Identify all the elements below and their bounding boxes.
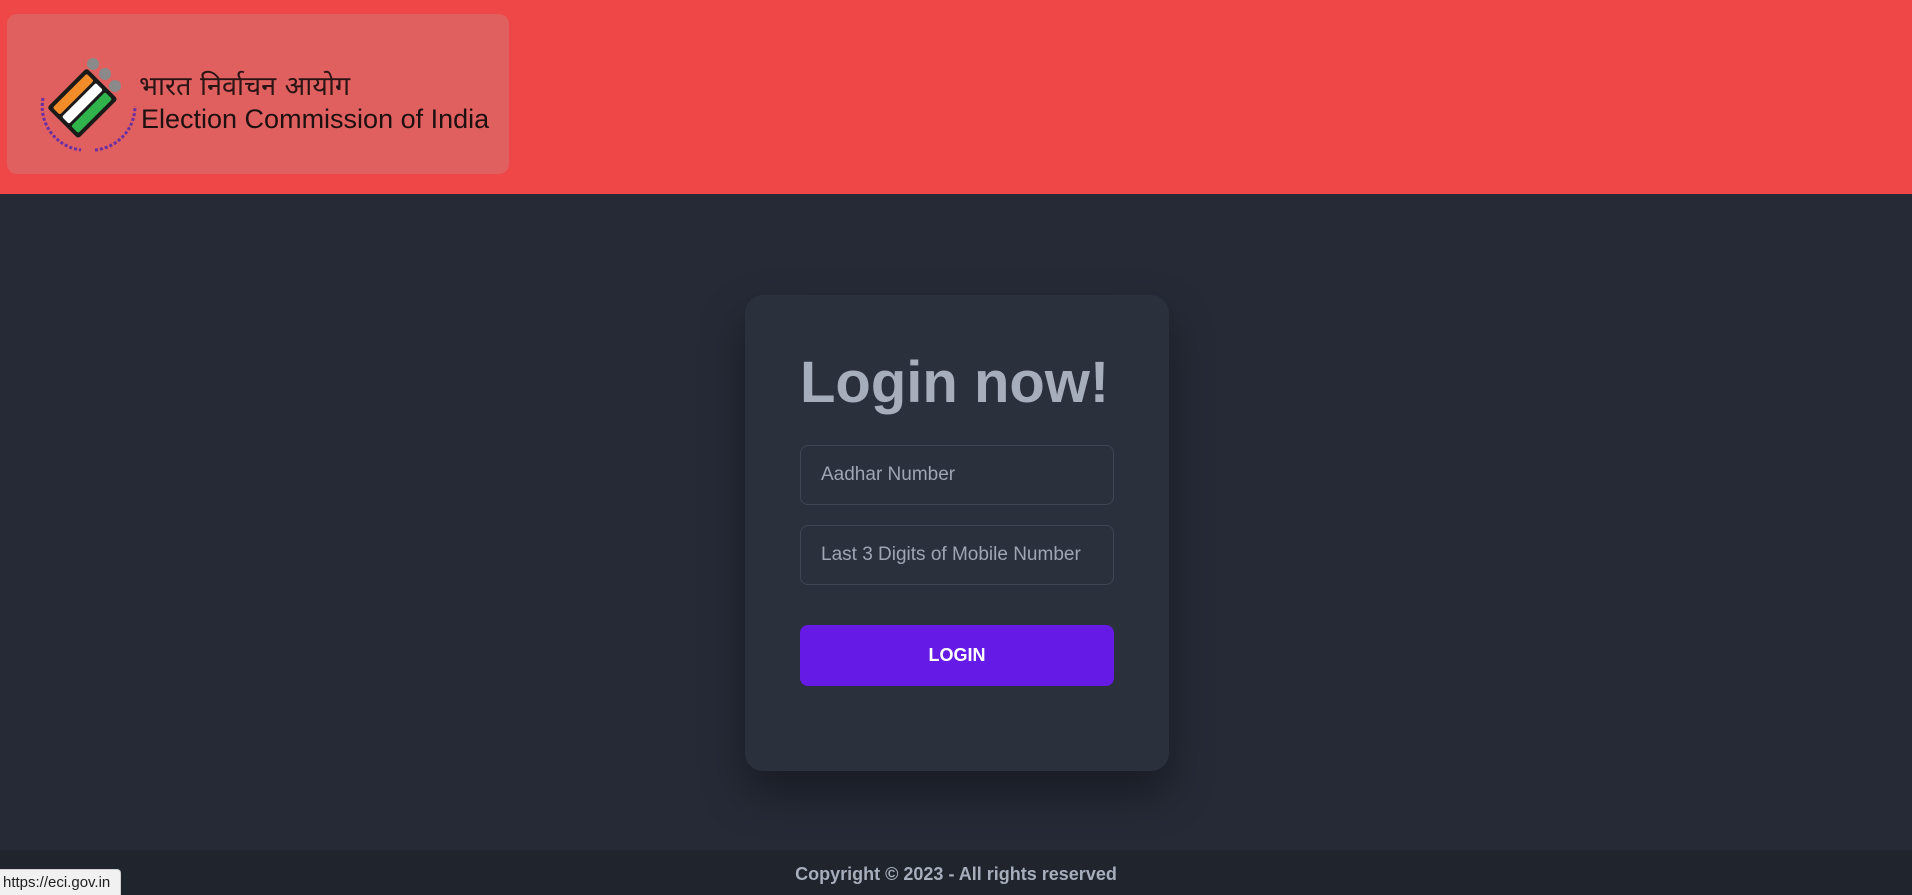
browser-status-url: https://eci.gov.in (0, 869, 122, 895)
copyright-text: Copyright © 2023 - All rights reserved (795, 864, 1117, 884)
site-header: भारत निर्वाचन आयोग Election Commission o… (0, 0, 1912, 194)
ballot-emblem-icon (40, 58, 137, 152)
mobile-last-digits-input[interactable] (800, 525, 1114, 585)
logo-hindi-text: भारत निर्वाचन आयोग (139, 71, 351, 102)
site-footer: Copyright © 2023 - All rights reserved (0, 850, 1912, 895)
eci-logo-link[interactable]: भारत निर्वाचन आयोग Election Commission o… (7, 14, 509, 174)
login-button[interactable]: LOGIN (800, 625, 1114, 686)
login-card: Login now! LOGIN (745, 295, 1169, 771)
login-title: Login now! (800, 350, 1110, 415)
logo-english-text: Election Commission of India (141, 104, 490, 134)
aadhar-number-input[interactable] (800, 445, 1114, 505)
